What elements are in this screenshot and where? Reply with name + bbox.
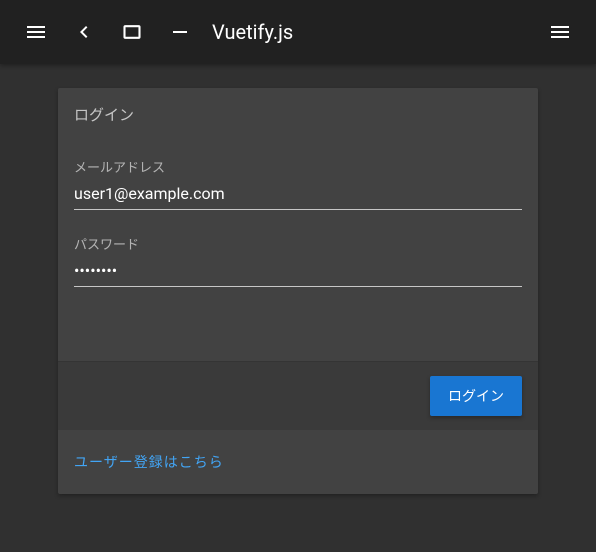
app-toolbar: Vuetify.js: [0, 0, 596, 64]
content-area: ログイン メールアドレス パスワード ログイン ユーザー登録はこちら: [0, 64, 596, 518]
email-label: メールアドレス: [74, 157, 522, 176]
menu-right-icon[interactable]: [536, 8, 584, 56]
card-body: メールアドレス パスワード: [58, 141, 538, 361]
password-label: パスワード: [74, 234, 522, 253]
login-card: ログイン メールアドレス パスワード ログイン ユーザー登録はこちら: [58, 88, 538, 494]
card-footer: ユーザー登録はこちら: [58, 430, 538, 494]
back-icon[interactable]: [60, 8, 108, 56]
register-link[interactable]: ユーザー登録はこちら: [74, 455, 224, 471]
email-field-wrapper: メールアドレス: [74, 157, 522, 210]
window-icon[interactable]: [108, 8, 156, 56]
email-input[interactable]: [74, 180, 522, 210]
card-actions: ログイン: [58, 361, 538, 430]
login-button[interactable]: ログイン: [430, 376, 522, 416]
card-title: ログイン: [58, 88, 538, 141]
password-field-wrapper: パスワード: [74, 234, 522, 287]
password-input[interactable]: [74, 257, 522, 287]
minimize-icon[interactable]: [156, 8, 204, 56]
menu-icon[interactable]: [12, 8, 60, 56]
app-title: Vuetify.js: [212, 20, 536, 44]
